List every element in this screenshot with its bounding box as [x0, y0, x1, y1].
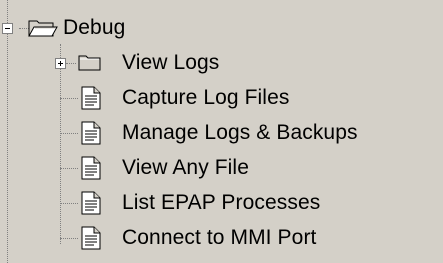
tree-item-view-logs[interactable]: View Logs — [78, 48, 219, 78]
tree-connector-left-edge — [7, 0, 8, 263]
tree-item-list-epap-processes[interactable]: List EPAP Processes — [78, 188, 320, 218]
tree-item-capture-log-files[interactable]: Capture Log Files — [78, 83, 289, 113]
document-icon — [81, 121, 101, 145]
tree-item-connect-mmi-port[interactable]: Connect to MMI Port — [78, 223, 316, 253]
document-icon — [81, 191, 101, 215]
tree-item-manage-logs-backups[interactable]: Manage Logs & Backups — [78, 118, 358, 148]
tree-item-label: View Any File — [122, 156, 249, 179]
tree-item-view-any-file[interactable]: View Any File — [78, 153, 249, 183]
tree-item-label: Debug — [63, 16, 126, 39]
tree-connector-connect-mmi — [60, 238, 78, 239]
collapse-toggle-icon[interactable] — [2, 23, 13, 34]
tree-connector-manage-logs — [60, 133, 78, 134]
tree-connector-list-epap — [60, 203, 78, 204]
document-icon — [81, 156, 101, 180]
tree-item-label: View Logs — [122, 51, 220, 74]
tree-item-debug[interactable]: Debug — [28, 13, 125, 43]
tree-connector-capture-log-files — [60, 98, 78, 99]
tree-item-label: List EPAP Processes — [122, 191, 321, 214]
tree-item-label: Connect to MMI Port — [122, 226, 317, 249]
expand-toggle-icon[interactable] — [55, 58, 66, 69]
tree-item-label: Capture Log Files — [122, 86, 290, 109]
folder-icon — [78, 55, 101, 71]
document-icon — [81, 86, 101, 110]
tree-connector-view-logs — [66, 63, 76, 64]
document-icon — [81, 226, 101, 250]
tree-connector-root-branch — [60, 44, 61, 244]
tree-connector-view-any-file — [60, 168, 78, 169]
navigation-tree: Debug View Logs Capture Log Files Manage… — [0, 0, 443, 263]
open-folder-icon — [28, 20, 58, 37]
tree-item-label: Manage Logs & Backups — [122, 121, 358, 144]
